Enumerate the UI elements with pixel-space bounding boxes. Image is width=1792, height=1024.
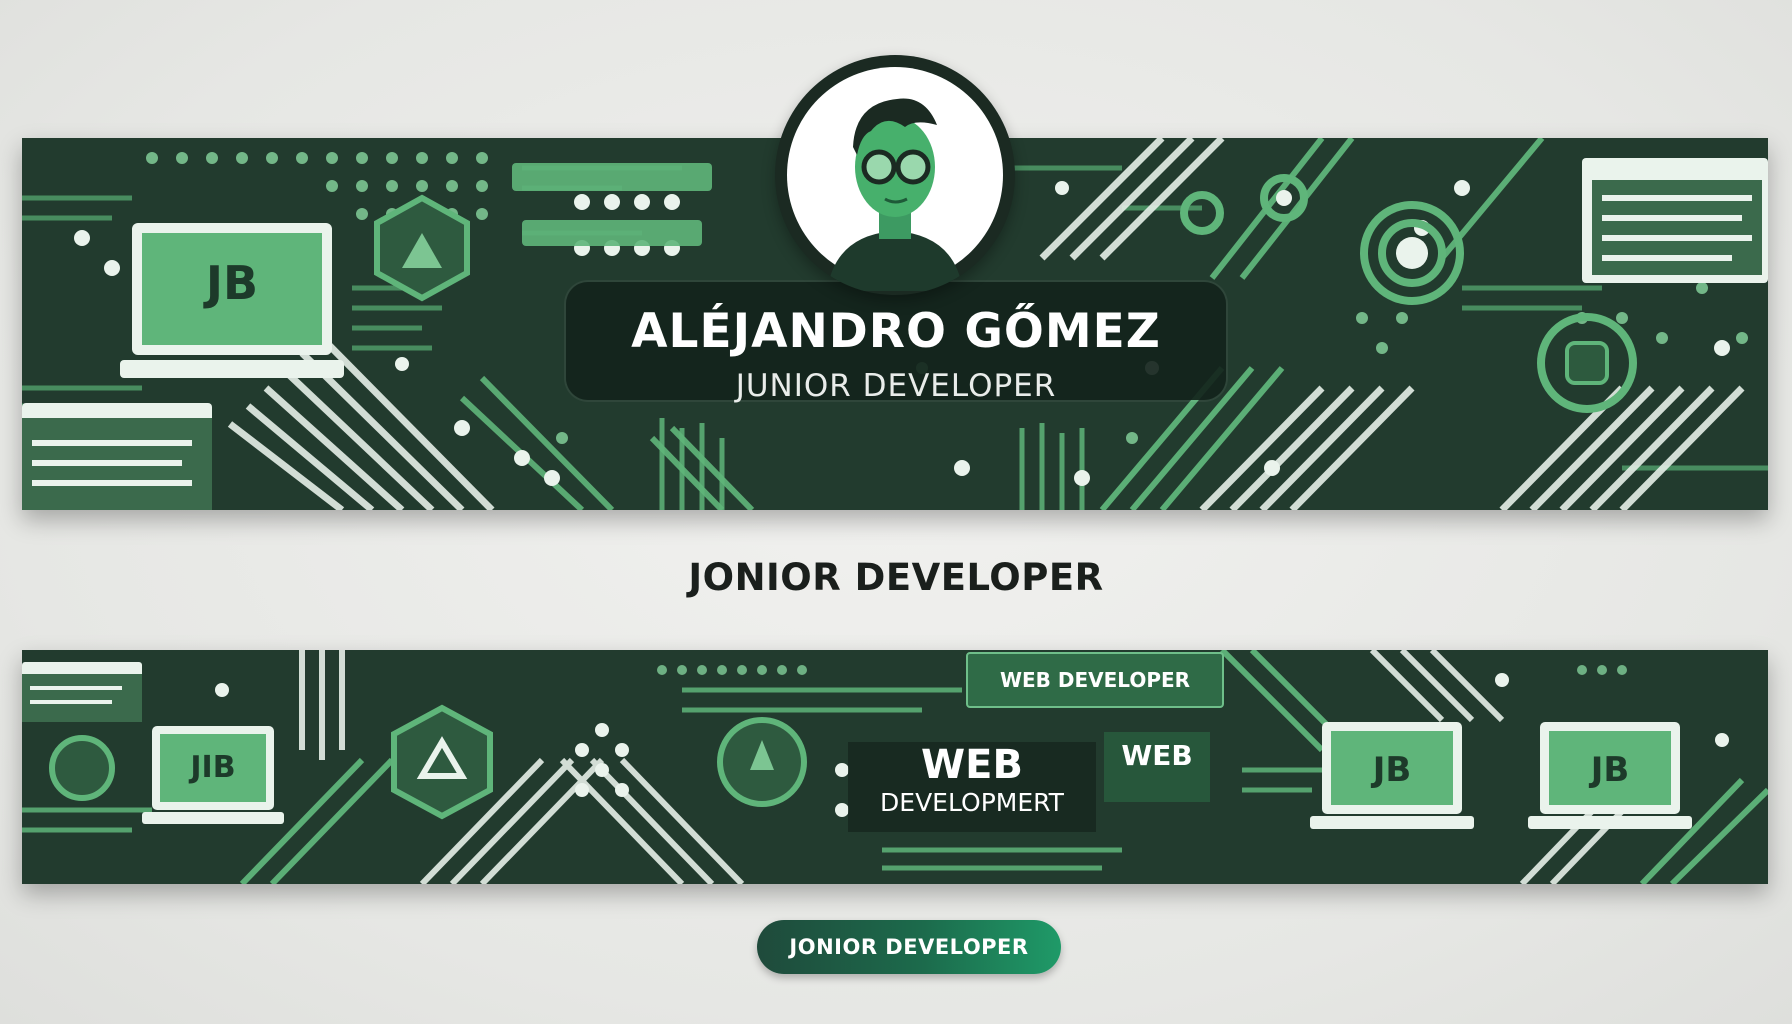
laptop-monogram: JB <box>205 256 259 310</box>
laptop-monogram: JIB <box>190 750 236 785</box>
avatar <box>775 55 1015 295</box>
caption-title: JONIOR DEVELOPER <box>688 556 1104 599</box>
profile-name: ALÉJANDRO GŐMEZ <box>631 304 1161 359</box>
junior-developer-button[interactable]: JONIOR DEVELOPER <box>757 920 1061 974</box>
web-label: WEB <box>1104 732 1210 802</box>
laptop-monogram: JB <box>1372 750 1412 790</box>
web-label-text: WEB <box>1121 739 1193 772</box>
web-development-label: WEB DEVELOPMERT <box>848 742 1096 832</box>
laptop-monogram: JB <box>1590 750 1630 790</box>
name-plate: ALÉJANDRO GŐMEZ JUNIOR DEVELOPER <box>566 282 1226 404</box>
profile-role: JUNIOR DEVELOPER <box>735 368 1057 404</box>
web-development-line2: DEVELOPMERT <box>880 788 1064 817</box>
web-development-line1: WEB <box>921 742 1023 788</box>
web-developer-label: WEB DEVELOPER <box>966 652 1224 708</box>
